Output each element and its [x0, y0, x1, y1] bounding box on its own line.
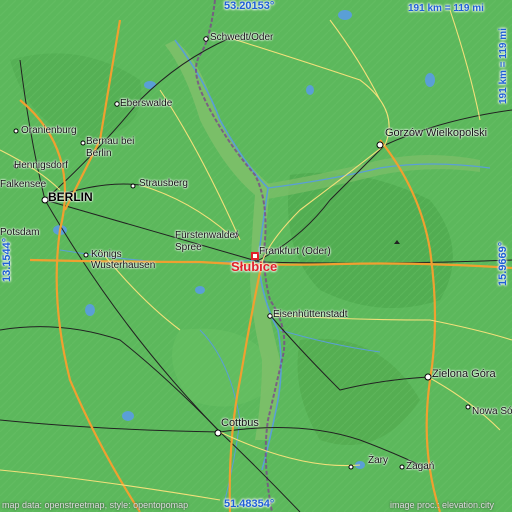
place-label-zary[interactable]: Żary	[368, 455, 388, 466]
latitude-top-label: 53.20153°	[224, 0, 275, 12]
place-label-spree[interactable]: Spree	[175, 242, 202, 253]
place-label-bernau-berlin[interactable]: Berlin	[86, 148, 112, 159]
city-dot	[130, 183, 136, 189]
place-label-potsdam[interactable]: Potsdam	[0, 227, 39, 238]
city-dot	[83, 252, 89, 258]
place-label-zielona-gora[interactable]: Zielona Góra	[432, 369, 496, 380]
place-label-falkensee[interactable]: Falkensee	[0, 179, 46, 190]
place-label-zagan[interactable]: Żagań	[406, 461, 434, 472]
place-label-bernau[interactable]: Bernau bei	[86, 136, 134, 147]
city-dot	[114, 101, 120, 107]
place-label-schwedt[interactable]: Schwedt/Oder	[210, 32, 273, 43]
latitude-bottom-label: 51.48354°	[224, 498, 275, 510]
lake	[306, 85, 314, 95]
place-label-cottbus[interactable]: Cottbus	[221, 418, 259, 429]
lake	[85, 304, 95, 316]
place-label-slubice[interactable]: Słubice	[231, 260, 277, 273]
place-label-nowa-sol[interactable]: Nowa Sól	[472, 406, 512, 417]
lake	[338, 10, 352, 20]
city-dot	[465, 404, 471, 410]
lake	[122, 411, 134, 421]
longitude-left-label: 13.1544°	[1, 237, 13, 282]
lake	[425, 73, 435, 87]
attribution-map-data: map data: openstreetmap, style: opentopo…	[2, 500, 189, 510]
place-label-strausberg[interactable]: Strausberg	[139, 178, 188, 189]
city-dot	[399, 464, 405, 470]
longitude-right-label: 15.9669°	[497, 241, 509, 286]
city-dot	[376, 141, 384, 149]
scale-label-horizontal: 191 km = 119 mi	[408, 3, 484, 14]
city-dot	[214, 429, 222, 437]
city-dot	[203, 36, 209, 42]
scale-label-vertical: 191 km = 119 mi	[498, 28, 509, 104]
place-label-eberswalde[interactable]: Eberswalde	[120, 98, 172, 109]
place-label-frankfurt[interactable]: Frankfurt (Oder)	[259, 246, 331, 257]
place-label-furstenwalde[interactable]: Fürstenwalde/	[175, 230, 238, 241]
city-dot	[348, 464, 354, 470]
place-label-wusterhausen[interactable]: Wusterhausen	[91, 260, 155, 271]
place-label-eisenhuttenstadt[interactable]: Eisenhüttenstadt	[273, 309, 348, 320]
lake	[144, 81, 156, 89]
place-label-gorzow[interactable]: Gorzów Wielkopolski	[385, 128, 487, 139]
place-label-hennigsdorf[interactable]: Hennigsdorf	[14, 160, 68, 171]
city-dot	[424, 373, 432, 381]
place-label-oranienburg[interactable]: Oranienburg	[21, 125, 77, 136]
terrain-map[interactable]	[0, 0, 512, 512]
place-label-konigs[interactable]: Königs	[91, 249, 122, 260]
city-dot	[80, 140, 86, 146]
city-dot	[267, 313, 273, 319]
place-label-berlin[interactable]: BERLIN	[48, 191, 93, 203]
lake	[195, 286, 205, 294]
attribution-image-processing: image proc.: elevation.city	[390, 500, 495, 510]
city-dot	[13, 128, 19, 134]
